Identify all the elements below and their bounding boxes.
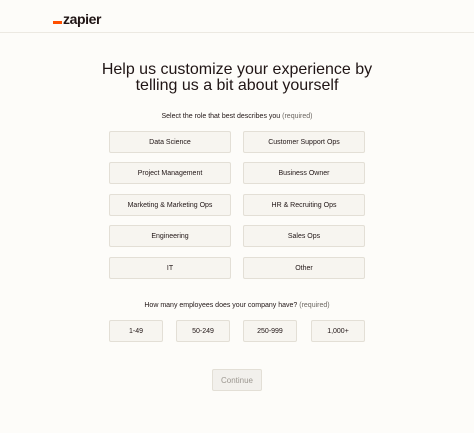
page-title: Help us customize your experience by tel… — [0, 62, 474, 94]
role-option-sales-ops[interactable]: Sales Ops — [243, 225, 365, 247]
zapier-logo[interactable]: zapier — [53, 8, 101, 26]
role-option-project-management[interactable]: Project Management — [109, 162, 231, 184]
page-title-line-1: Help us customize your experience by — [101, 61, 373, 78]
role-question-label: Select the role that best describes you … — [0, 113, 474, 120]
employees-option-1000-plus[interactable]: 1,000+ — [311, 320, 365, 342]
role-option-marketing-ops[interactable]: Marketing & Marketing Ops — [109, 194, 231, 216]
role-option-data-science[interactable]: Data Science — [109, 131, 231, 153]
employees-question-label: How many employees does your company hav… — [0, 302, 474, 309]
role-option-hr-recruiting-ops[interactable]: HR & Recruiting Ops — [243, 194, 365, 216]
role-option-other[interactable]: Other — [243, 257, 365, 279]
role-question-text: Select the role that best describes you — [161, 113, 281, 120]
page-title-line-2: telling us a bit about yourself — [135, 77, 339, 94]
logo-text: zapier — [63, 11, 102, 27]
top-header: zapier — [0, 0, 474, 33]
employees-question-text: How many employees does your company hav… — [144, 302, 298, 309]
role-option-it[interactable]: IT — [109, 257, 231, 279]
role-option-engineering[interactable]: Engineering — [109, 225, 231, 247]
employees-question-required: (required) — [299, 302, 330, 309]
continue-button[interactable]: Continue — [212, 369, 262, 391]
employees-option-50-249[interactable]: 50-249 — [176, 320, 230, 342]
role-option-customer-support-ops[interactable]: Customer Support Ops — [243, 131, 365, 153]
employees-option-1-49[interactable]: 1-49 — [109, 320, 163, 342]
logo-underscore-mark — [53, 21, 62, 24]
role-option-business-owner[interactable]: Business Owner — [243, 162, 365, 184]
role-question-required: (required) — [282, 113, 313, 120]
employees-option-250-999[interactable]: 250-999 — [243, 320, 297, 342]
